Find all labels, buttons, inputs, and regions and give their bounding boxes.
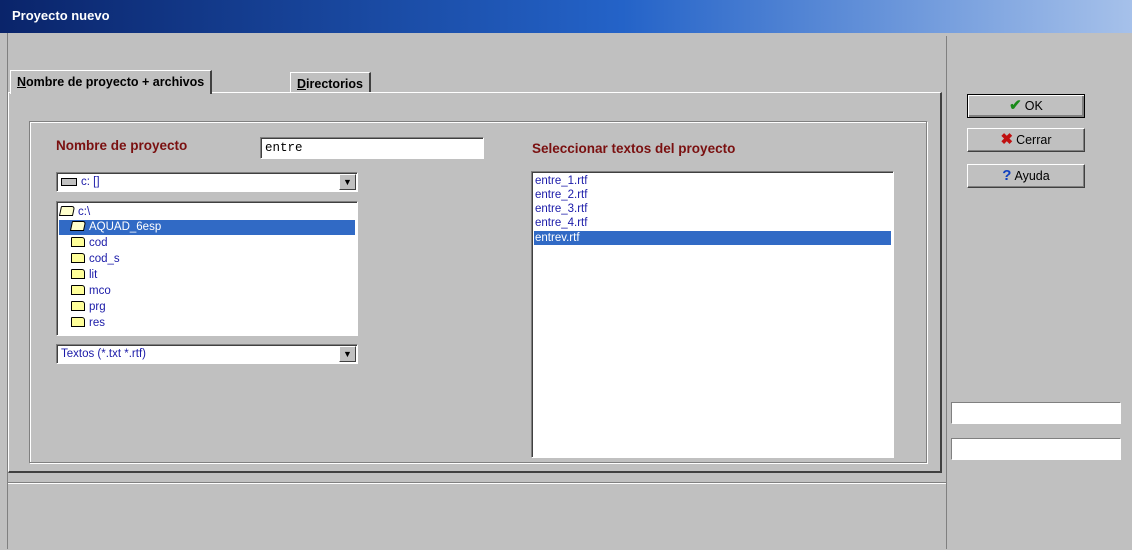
tab-project-files-mnemonic: N: [17, 75, 27, 89]
select-texts-label: Seleccionar textos del proyecto: [532, 141, 736, 156]
tab-project-files[interactable]: Nombre de proyecto + archivos: [10, 70, 213, 94]
project-name-label: Nombre de proyecto: [56, 138, 188, 153]
drive-select-value: c: []: [61, 176, 100, 188]
directory-list[interactable]: c:\ AQUAD_6esp cod cod_s lit mco prg res: [56, 201, 358, 336]
help-button-label: Ayuda: [1014, 169, 1050, 183]
file-item[interactable]: entre_3.rtf: [535, 202, 587, 216]
drive-select[interactable]: c: [] ▼: [56, 172, 358, 192]
tab-directories[interactable]: Directorios: [290, 72, 371, 94]
folder-icon: [71, 316, 85, 327]
file-item-selected[interactable]: entrev.rtf: [534, 231, 891, 245]
open-folder-icon: [58, 205, 76, 216]
dir-item-label: cod_s: [89, 253, 120, 265]
dir-item-label: AQUAD_6esp: [89, 221, 162, 233]
ok-button[interactable]: ✔ OK: [967, 94, 1085, 118]
file-filter-select[interactable]: Textos (*.txt *.rtf) ▼: [56, 344, 358, 364]
dir-item-label: res: [89, 317, 105, 329]
folder-icon: [71, 252, 85, 263]
drive-label: c: []: [81, 176, 100, 188]
open-folder-icon: [69, 220, 87, 231]
dir-item-label: cod: [89, 237, 108, 249]
dir-item-label: lit: [89, 269, 98, 281]
file-item[interactable]: entre_1.rtf: [535, 174, 587, 188]
dir-item[interactable]: cod: [71, 236, 108, 251]
file-item[interactable]: entre_4.rtf: [535, 216, 587, 230]
dir-item[interactable]: res: [71, 316, 105, 331]
close-icon: ✖: [1000, 131, 1014, 148]
dir-item-selected[interactable]: AQUAD_6esp: [59, 220, 355, 235]
dir-item-label: prg: [89, 301, 106, 313]
dir-item[interactable]: c:\: [58, 205, 91, 220]
folder-icon: [71, 268, 85, 279]
folder-icon: [71, 236, 85, 247]
chevron-down-icon[interactable]: ▼: [339, 174, 356, 190]
drive-icon: [61, 177, 77, 186]
tab-directories-label: irectorios: [306, 77, 363, 91]
file-item[interactable]: entre_2.rtf: [535, 188, 587, 202]
help-icon: ?: [1002, 167, 1012, 184]
folder-icon: [71, 300, 85, 311]
window-title-bar: Proyecto nuevo: [0, 0, 1132, 33]
right-panel: ✔ OK ✖ Cerrar ? Ayuda: [946, 36, 1132, 549]
dir-item[interactable]: prg: [71, 300, 106, 315]
status-area: [8, 482, 946, 550]
dir-item-label: c:\: [78, 206, 91, 218]
close-button-label: Cerrar: [1016, 133, 1052, 147]
side-field-2: [951, 438, 1121, 460]
window-frame-left: [0, 33, 8, 549]
checkmark-icon: ✔: [1009, 97, 1022, 114]
dir-item[interactable]: cod_s: [71, 252, 120, 267]
dir-item[interactable]: mco: [71, 284, 111, 299]
tab-directories-mnemonic: D: [297, 77, 307, 91]
folder-icon: [71, 284, 85, 295]
side-field-1: [951, 402, 1121, 424]
dir-item-label: mco: [89, 285, 111, 297]
window-title: Proyecto nuevo: [12, 8, 110, 23]
close-button[interactable]: ✖ Cerrar: [967, 128, 1085, 152]
file-filter-value: Textos (*.txt *.rtf): [61, 348, 146, 360]
ok-button-label: OK: [1024, 99, 1043, 113]
chevron-down-icon[interactable]: ▼: [339, 346, 356, 362]
texts-list[interactable]: entre_1.rtf entre_2.rtf entre_3.rtf entr…: [531, 171, 894, 458]
tab-project-files-label: ombre de proyecto + archivos: [26, 75, 205, 89]
dir-item[interactable]: lit: [71, 268, 97, 283]
help-button[interactable]: ? Ayuda: [967, 164, 1085, 188]
project-name-input[interactable]: entre: [260, 137, 484, 159]
